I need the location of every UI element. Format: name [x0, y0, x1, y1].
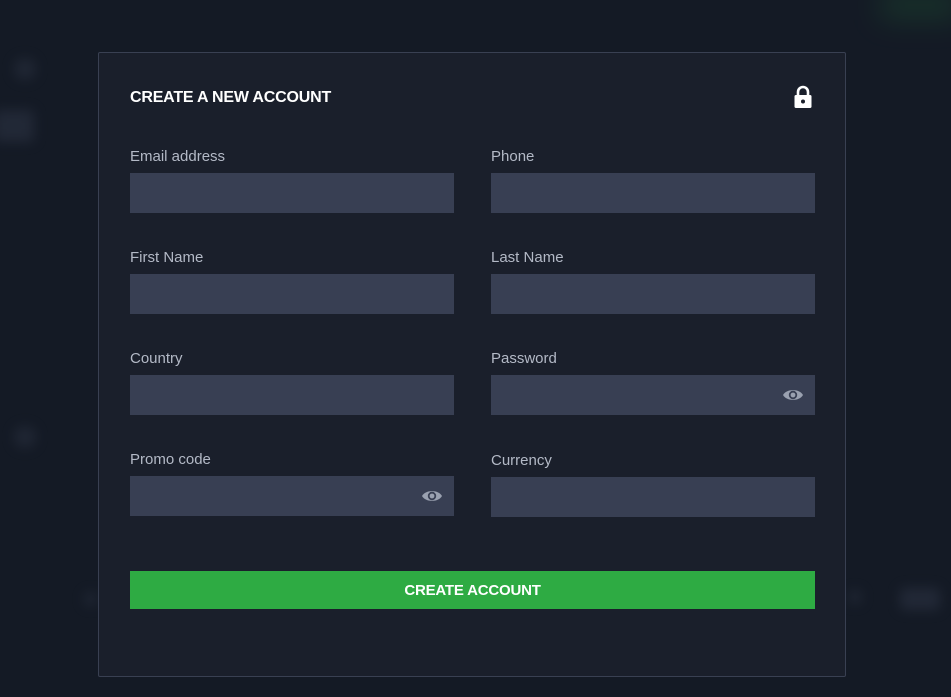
- currency-label: Currency: [491, 452, 552, 469]
- last-name-label: Last Name: [491, 249, 564, 266]
- first-name-input-box: [130, 274, 454, 314]
- create-account-panel: CREATE A NEW ACCOUNT Email address Phone…: [98, 52, 846, 677]
- create-account-button[interactable]: CREATE ACCOUNT: [130, 571, 815, 609]
- country-label: Country: [130, 350, 183, 367]
- background-dot: [14, 58, 36, 80]
- promo-code-field-group: Promo code: [130, 451, 454, 516]
- background-dot: [14, 426, 36, 448]
- last-name-field-group: Last Name: [491, 249, 815, 314]
- email-field-group: Email address: [130, 148, 454, 213]
- password-input[interactable]: [491, 375, 815, 415]
- password-label: Password: [491, 350, 557, 367]
- promo-code-label: Promo code: [130, 451, 211, 468]
- last-name-input[interactable]: [491, 274, 815, 314]
- email-input-box: [130, 173, 454, 213]
- currency-field-group: Currency: [491, 452, 815, 517]
- email-input[interactable]: [130, 173, 454, 213]
- eye-icon[interactable]: [421, 487, 443, 505]
- promo-code-input-box: [130, 476, 454, 516]
- first-name-field-group: First Name: [130, 249, 454, 314]
- background-glow: [880, 0, 951, 20]
- email-label: Email address: [130, 148, 226, 165]
- country-input[interactable]: [130, 375, 454, 415]
- phone-input[interactable]: [491, 173, 815, 213]
- currency-input-box: [491, 477, 815, 517]
- background-block: [0, 110, 34, 142]
- password-input-box: [491, 375, 815, 415]
- country-field-group: Country: [130, 350, 454, 415]
- password-field-group: Password: [491, 350, 815, 415]
- last-name-input-box: [491, 274, 815, 314]
- currency-input[interactable]: [491, 477, 815, 517]
- background-dot: [848, 590, 862, 604]
- background-dot: [84, 592, 98, 606]
- promo-code-input[interactable]: [130, 476, 454, 516]
- lock-icon: [794, 85, 812, 108]
- background-block: [900, 588, 940, 610]
- phone-label: Phone: [491, 148, 535, 165]
- phone-field-group: Phone: [491, 148, 815, 213]
- phone-input-box: [491, 173, 815, 213]
- eye-icon[interactable]: [782, 386, 804, 404]
- first-name-label: First Name: [130, 249, 204, 266]
- country-input-box: [130, 375, 454, 415]
- first-name-input[interactable]: [130, 274, 454, 314]
- form-title: CREATE A NEW ACCOUNT: [130, 89, 332, 106]
